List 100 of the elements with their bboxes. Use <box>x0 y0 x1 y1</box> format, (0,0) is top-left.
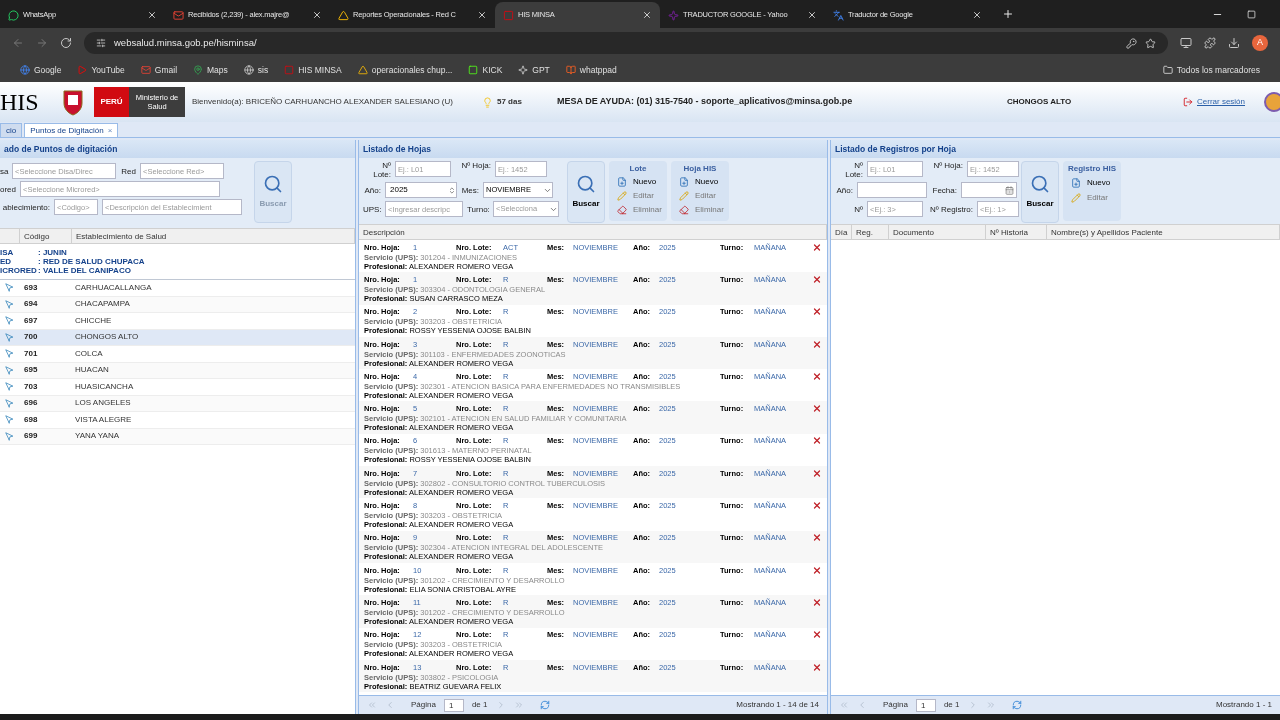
globe-icon <box>243 65 254 75</box>
bookmark[interactable]: YouTube <box>77 63 125 77</box>
folder-icon <box>1162 65 1173 75</box>
delete-icon[interactable] <box>812 370 822 382</box>
delete-icon[interactable] <box>812 629 822 641</box>
bookmark[interactable]: Gmail <box>140 63 178 77</box>
year-spinner[interactable]: 2025 <box>385 182 457 198</box>
translate-icon <box>833 9 844 21</box>
cast-icon[interactable] <box>1180 37 1192 49</box>
bookmark[interactable]: Google <box>20 63 62 77</box>
search-button[interactable]: Buscar <box>1021 161 1059 223</box>
page-input[interactable]: 1 <box>915 698 936 712</box>
field-label: Nº Lote: <box>372 161 391 179</box>
page-count: de 1 <box>471 699 488 711</box>
bookmark[interactable]: KICK <box>468 63 503 77</box>
delete-icon[interactable] <box>812 564 822 576</box>
eraser-icon <box>617 205 627 215</box>
bookmark[interactable]: sis <box>243 63 269 77</box>
site-settings-icon[interactable] <box>96 38 106 48</box>
column-header[interactable]: Nombre(s) y Apellidos Paciente <box>1047 225 1280 239</box>
new-file-icon <box>679 177 689 187</box>
column-header[interactable]: Reg. <box>852 225 889 239</box>
column-header[interactable]: Documento <box>889 225 986 239</box>
new-tab-icon[interactable] <box>1002 8 1014 20</box>
page-count: de 1 <box>943 699 960 711</box>
all-bookmarks[interactable]: Todos los marcadores <box>1162 63 1260 77</box>
play-icon <box>77 65 88 75</box>
column-header[interactable]: Descripción <box>359 225 827 239</box>
bookmark-star-icon[interactable] <box>1145 37 1156 49</box>
delete-icon[interactable] <box>812 500 822 511</box>
app-tab[interactable]: cio <box>0 123 23 137</box>
book-icon <box>565 65 576 75</box>
page-input[interactable]: 1 <box>443 698 464 712</box>
establishment-row[interactable]: 697 CHICCHE <box>0 313 355 330</box>
reload-icon[interactable] <box>60 37 72 49</box>
delete-icon[interactable] <box>812 338 822 350</box>
delete-icon[interactable] <box>812 306 822 318</box>
new-file-icon <box>617 177 627 187</box>
panel-title: Listado de Registros por Hoja <box>831 140 1280 158</box>
bookmark[interactable]: Maps <box>193 63 228 77</box>
group-line: ISA : JUNIN <box>0 248 68 257</box>
delete-icon[interactable] <box>812 241 822 253</box>
logout-link[interactable]: Cerrar sesión <box>1197 96 1245 108</box>
address-bar[interactable]: websalud.minsa.gob.pe/hisminsa/ <box>84 32 1168 54</box>
field-label: Mes: <box>461 185 479 195</box>
field-label: sa <box>0 166 8 176</box>
close-icon[interactable] <box>147 10 157 20</box>
delete-icon[interactable] <box>812 273 822 285</box>
field-label: Nº <box>853 204 863 214</box>
action-button[interactable]: Nuevo <box>613 175 661 189</box>
days-text: 57 das <box>497 96 523 108</box>
bookmark[interactable]: whatppad <box>565 63 617 77</box>
close-icon[interactable] <box>642 10 652 20</box>
close-icon[interactable] <box>312 10 322 20</box>
close-icon[interactable] <box>972 10 982 20</box>
delete-icon[interactable] <box>812 661 822 673</box>
help-text: MESA DE AYUDA: (01) 315-7540 - soporte_aplicativos@minsa.gob.pe <box>557 95 854 109</box>
search-button[interactable]: Buscar <box>567 161 605 223</box>
field-label: Año: <box>363 185 381 195</box>
column-header[interactable]: Establecimiento de Salud <box>72 229 355 243</box>
establishment-row[interactable]: 698 VISTA ALEGRE <box>0 412 355 429</box>
maximize-icon[interactable] <box>1247 9 1256 19</box>
panel-title: Listado de Hojas <box>359 140 827 158</box>
delete-icon[interactable] <box>812 403 822 415</box>
delete-icon[interactable] <box>812 435 822 447</box>
year-field[interactable] <box>857 182 927 198</box>
establishment-row[interactable]: 701 COLCA <box>0 346 355 363</box>
delete-icon[interactable] <box>812 596 822 608</box>
field-label: Nº Hoja: <box>460 161 491 170</box>
url-text: websalud.minsa.gob.pe/hisminsa/ <box>114 35 258 50</box>
date-field[interactable] <box>961 182 1017 198</box>
app-tab[interactable]: Puntos de Digitación × <box>24 123 119 137</box>
mail-icon <box>173 9 184 21</box>
welcome-text: Bienvenido(a): BRICEÑO CARHUANCHO ALEXANDER SALESIANO (U) <box>192 96 454 108</box>
field-label: ablecimiento: <box>1 202 50 212</box>
square-icon <box>284 65 295 75</box>
delete-icon[interactable] <box>812 467 822 479</box>
logout-icon <box>1183 97 1193 107</box>
year-input[interactable]: 2025 <box>386 184 449 196</box>
establishment-row[interactable]: 703 HUASICANCHA <box>0 379 355 396</box>
extensions-icon[interactable] <box>1204 37 1216 49</box>
field-label: Nº Lote: <box>844 161 863 179</box>
action-button[interactable]: Nuevo <box>675 175 723 189</box>
bookmark[interactable]: operacionales chup... <box>357 63 453 77</box>
establishment-row[interactable]: 693 CARHUACALLANGA <box>0 280 355 297</box>
calendar-icon[interactable] <box>1005 185 1014 195</box>
column-header[interactable]: Nº Historia <box>986 225 1047 239</box>
download-icon[interactable] <box>1228 37 1240 49</box>
bookmark[interactable]: HIS MINSA <box>284 63 342 77</box>
column-header[interactable]: Código <box>20 229 72 243</box>
close-icon[interactable] <box>807 10 817 20</box>
close-icon[interactable] <box>477 10 487 20</box>
action-button[interactable]: Nuevo <box>1067 175 1115 190</box>
location-text: CHONGOS ALTO <box>1007 96 1073 108</box>
field-label: Nº Registro: <box>929 204 973 214</box>
country-badge: PERÚ <box>94 87 129 117</box>
delete-icon[interactable] <box>812 532 822 544</box>
column-header[interactable]: Día <box>831 225 852 239</box>
key-icon[interactable] <box>1126 37 1137 49</box>
bookmark[interactable]: GPT <box>518 63 550 77</box>
